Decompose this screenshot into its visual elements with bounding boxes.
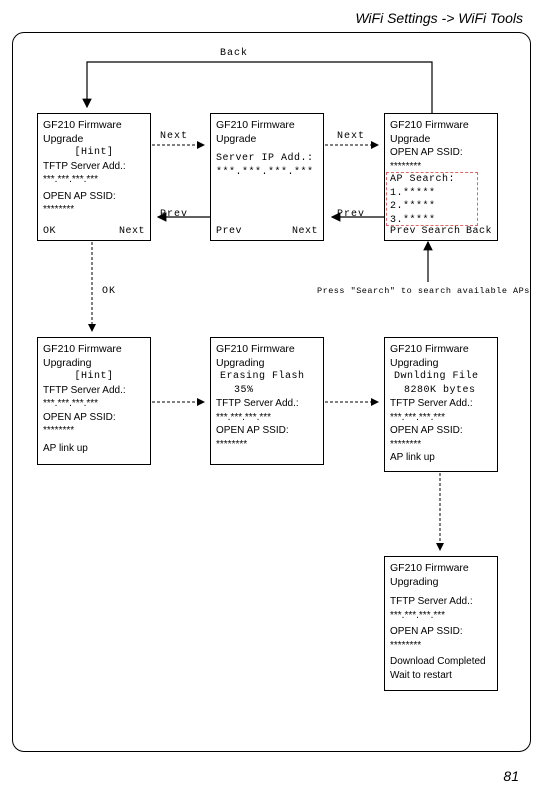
box-upgrading-1: GF210 Firmware Upgrading [Hint] TFTP Ser… [37,337,151,465]
b6-l8: ******** [390,438,492,452]
b1-l4: ***.***.***.*** [43,173,145,187]
b2-title2: Upgrade [216,132,318,146]
b1-l3: TFTP Server Add.: [43,160,145,174]
b5-title: GF210 Firmware [216,342,318,356]
b7-title: GF210 Firmware [390,561,492,575]
box-upgrading-4: GF210 Firmware Upgrading TFTP Server Add… [384,556,498,691]
b7-l3: TFTP Server Add.: [390,595,492,609]
b6-l6: ***.***.***.*** [390,411,492,425]
b3-l7: 2.***** [390,200,492,214]
b2-footer: Prev Next [216,225,318,239]
b7-l7: Download Completed [390,655,492,669]
b2-fr: Next [292,225,318,239]
b5-l6: ***.***.***.*** [216,411,318,425]
b2-fl: Prev [216,225,242,239]
b3-footer: Prev Search Back [390,225,492,239]
label-prev1: Prev [160,209,188,220]
b1-title: GF210 Firmware [43,118,145,132]
b1-fl: OK [43,225,56,239]
b2-title: GF210 Firmware [216,118,318,132]
b6-l9: AP link up [390,451,492,465]
b5-l7: OPEN AP SSID: [216,424,318,438]
label-ok: OK [102,286,116,297]
note-search: Press "Search" to search available APs [317,286,530,296]
b4-l4: ***.***.***.*** [43,397,145,411]
b1-hint: [Hint] [43,146,145,160]
b3-l6: 1.***** [390,187,492,201]
b7-l4: ***.***.***.*** [390,609,492,623]
box-upgrade-1: GF210 Firmware Upgrade [Hint] TFTP Serve… [37,113,151,241]
b6-title2: Upgrading [390,356,492,370]
box-upgrade-2: GF210 Firmware Upgrade Server IP Add.: *… [210,113,324,241]
b1-l5: OPEN AP SSID: [43,190,145,204]
b4-title2: Upgrading [43,356,145,370]
b5-l8: ******** [216,438,318,452]
box-upgrading-3: GF210 Firmware Upgrading Dwnlding File 8… [384,337,498,472]
b1-fr: Next [119,225,145,239]
label-back: Back [220,48,248,59]
b3-fm: Search [421,225,460,239]
b3-title: GF210 Firmware [390,118,492,132]
b5-l4: 35% [234,384,318,398]
b5-title2: Upgrading [216,356,318,370]
b2-l3: Server IP Add.: [216,152,318,166]
b3-fl: Prev [390,225,416,239]
b3-fr: Back [466,225,492,239]
b4-hint: [Hint] [43,370,145,384]
b7-l8: Wait to restart [390,669,492,683]
b4-l6: ******** [43,424,145,438]
b6-l7: OPEN AP SSID: [390,424,492,438]
b7-title2: Upgrading [390,575,492,589]
b4-l3: TFTP Server Add.: [43,384,145,398]
box-upgrade-3: GF210 Firmware Upgrade OPEN AP SSID: ***… [384,113,498,241]
page-header: WiFi Settings -> WiFi Tools [0,0,543,31]
b3-l4: ******** [390,160,492,174]
b3-title2: Upgrade [390,132,492,146]
b7-l6: ******** [390,639,492,653]
b5-l3: Erasing Flash [220,370,318,384]
b5-l5: TFTP Server Add.: [216,397,318,411]
label-next1: Next [160,131,188,142]
label-prev2: Prev [337,209,365,220]
b1-footer: OK Next [43,225,145,239]
b6-l5: TFTP Server Add.: [390,397,492,411]
b6-title: GF210 Firmware [390,342,492,356]
b2-l4: ***.***.***.*** [216,166,318,180]
page-number: 81 [503,768,519,784]
b4-title: GF210 Firmware [43,342,145,356]
b4-l5: OPEN AP SSID: [43,411,145,425]
b4-l7: AP link up [43,442,145,456]
b3-l3: OPEN AP SSID: [390,146,492,160]
b1-title2: Upgrade [43,132,145,146]
b6-l3: Dwnlding File [394,370,492,384]
box-upgrading-2: GF210 Firmware Upgrading Erasing Flash 3… [210,337,324,465]
b3-l5: AP Search: [390,173,492,187]
b6-l4: 8280K bytes [404,384,492,398]
label-next2: Next [337,131,365,142]
b1-l6: ******** [43,203,145,217]
b7-l5: OPEN AP SSID: [390,625,492,639]
